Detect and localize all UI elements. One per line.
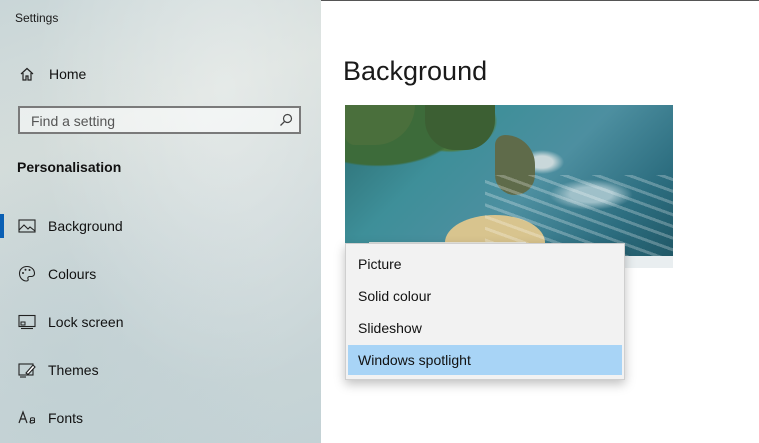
- preview-rock: [345, 105, 415, 145]
- background-type-dropdown[interactable]: Picture Solid colour Slideshow Windows s…: [345, 243, 625, 380]
- home-icon: [18, 65, 36, 83]
- dropdown-option-solid-colour[interactable]: Solid colour: [348, 281, 622, 311]
- sidebar-item-fonts[interactable]: Fonts: [0, 398, 321, 438]
- palette-icon: [18, 265, 36, 283]
- nav-home[interactable]: Home: [0, 54, 321, 94]
- sidebar-item-label: Colours: [48, 266, 97, 282]
- dropdown-option-slideshow[interactable]: Slideshow: [348, 313, 622, 343]
- lock-screen-icon: [18, 313, 36, 331]
- sidebar-item-label: Fonts: [48, 410, 84, 426]
- sidebar-item-label: Background: [48, 218, 123, 234]
- search-icon[interactable]: [279, 113, 293, 132]
- sidebar-item-background[interactable]: Background: [0, 206, 321, 246]
- sidebar-item-colours[interactable]: Colours: [0, 254, 321, 294]
- themes-icon: [18, 361, 36, 379]
- section-title: Personalisation: [17, 159, 122, 175]
- fonts-icon: [18, 409, 36, 427]
- option-label: Picture: [358, 256, 402, 272]
- picture-icon: [18, 217, 36, 235]
- sidebar-item-themes[interactable]: Themes: [0, 350, 321, 390]
- preview-rock: [425, 105, 495, 150]
- option-label: Windows spotlight: [358, 352, 471, 368]
- nav-home-label: Home: [49, 66, 87, 82]
- option-label: Slideshow: [358, 320, 422, 336]
- sidebar-item-label: Themes: [48, 362, 99, 378]
- option-label: Solid colour: [358, 288, 432, 304]
- window-top-border: [321, 0, 759, 1]
- search-input[interactable]: [29, 112, 273, 130]
- dropdown-option-windows-spotlight[interactable]: Windows spotlight: [348, 345, 622, 375]
- sidebar-item-lock-screen[interactable]: Lock screen: [0, 302, 321, 342]
- app-title: Settings: [15, 11, 59, 25]
- dropdown-option-picture[interactable]: Picture: [348, 249, 622, 279]
- page-title: Background: [343, 56, 488, 86]
- sidebar-item-label: Lock screen: [48, 314, 124, 330]
- search-box[interactable]: [18, 106, 301, 134]
- sidebar: Settings Home Personalisation Background…: [0, 0, 321, 443]
